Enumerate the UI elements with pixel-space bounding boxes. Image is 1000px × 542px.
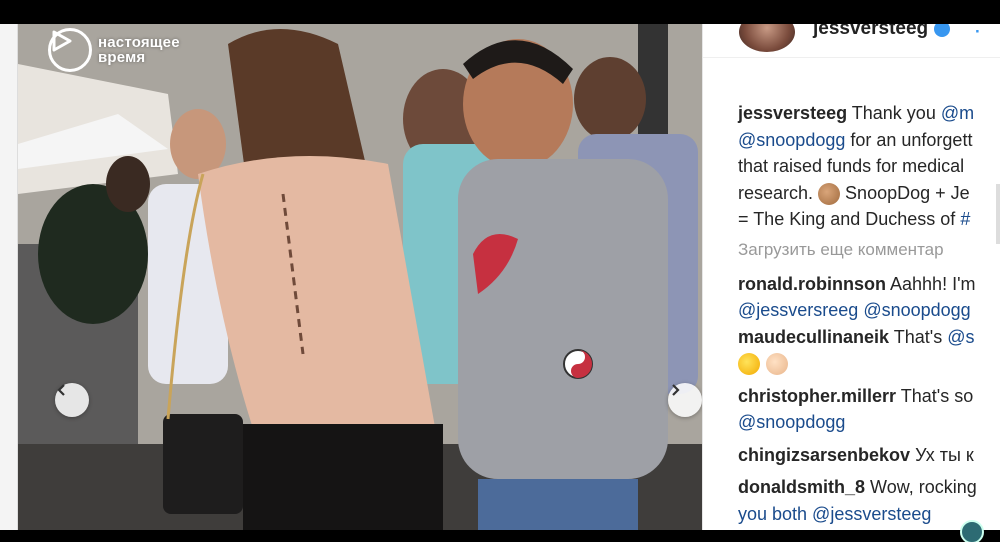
avatar[interactable] [739,24,795,52]
wink-emoji-icon [738,353,760,376]
instagram-sidebar: jessversteeg · jessversteeg Thank you @m… [702,24,1000,530]
header-username[interactable]: jessversteeg [813,24,951,40]
verified-icon [934,24,951,37]
comment-1: ronald.robinnson Aahhh! I'm [738,271,1000,298]
caption-text: for an unforgett [845,129,973,150]
comment-text: That's [893,326,948,347]
clapping-emoji-icon [766,353,788,376]
caption-username[interactable]: jessversteeg [738,103,847,123]
comment-username[interactable]: maudecullinaneik [738,327,889,347]
caption-line-2: @snoopdogg for an unforgett [738,127,1000,154]
caption-text: SnoopDog + Je [840,182,970,203]
clapping-emoji-icon [818,182,841,205]
comment-username[interactable]: ronald.robinnson [738,274,886,294]
caption-line-4: research. SnoopDog + Je [738,180,1000,207]
caption-text: = The King and Duchess of [738,209,961,229]
video-frame: настоящее время jessversteeg · jessverst… [0,24,1000,530]
follow-button[interactable]: · [975,24,981,42]
comment-5-line2: you both @jessversteeg [738,503,932,524]
comment-3-mention[interactable]: @snoopdogg [738,409,1000,436]
scrollbar[interactable] [996,184,1000,244]
comments-section: jessversteeg Thank you @m @snoopdogg for… [738,100,1000,527]
comment-text: Wow, rocking [870,477,977,497]
comment-text: Aahhh! I'm [890,273,976,294]
load-more-comments[interactable]: Загрузить еще комментар [738,237,1000,263]
photo-scene [18,24,702,530]
letterbox-bottom [0,530,1000,542]
hashtag-link[interactable]: # [960,209,970,229]
comment-2-emojis [738,350,1000,377]
caption-line-1: jessversteeg Thank you @m [738,100,1000,127]
logo-line-2: время [98,49,146,66]
post-header: jessversteeg · [703,24,1000,58]
left-strip [0,24,18,530]
comment-5: donaldsmith_8 Wow, rocking [738,474,1000,501]
comment-1-mentions[interactable]: @jessversreeg @snoopdogg [738,297,1000,324]
logo-line-1: настоящее [98,34,180,51]
comment-text: Ух ты к [915,444,974,465]
logo-wordmark: настоящее время [98,35,180,65]
channel-logo: настоящее время [48,28,180,72]
header-username-text: jessversteeg [813,24,929,39]
caption-text: Thank you [851,103,941,123]
letterbox-top [0,0,1000,24]
prev-photo-button[interactable] [55,383,89,417]
comment-username[interactable]: donaldsmith_8 [738,477,865,497]
comment-4: chingizsarsenbekov Ух ты к [738,442,1000,469]
comment-3: christopher.millerr That's so [738,383,1000,410]
mention-link[interactable]: @m [941,103,974,123]
watermark-icon [960,520,984,542]
caption-text: research. [738,182,819,203]
play-logo-icon [48,28,92,72]
comment-2: maudecullinaneik That's @s [738,324,1000,351]
comment-text: That's so [900,385,974,406]
chevron-right-icon [672,384,680,396]
comment-username[interactable]: chingizsarsenbekov [738,445,910,465]
caption-line-3: that raised funds for medical [738,156,965,176]
mention-link[interactable]: @snoopdogg [738,130,845,150]
caption-line-5: = The King and Duchess of # [738,206,1000,233]
instagram-photo: настоящее время [18,24,702,530]
next-photo-button[interactable] [668,383,702,417]
mention-link[interactable]: @s [947,327,974,347]
chevron-left-icon [57,384,65,396]
comment-username[interactable]: christopher.millerr [738,386,896,406]
